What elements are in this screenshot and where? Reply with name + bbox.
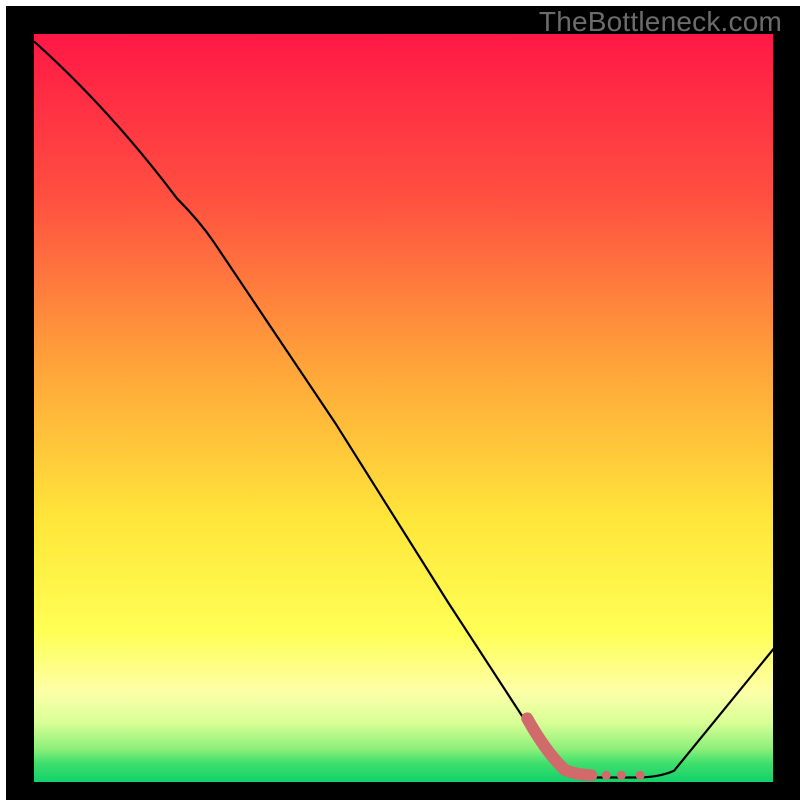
optimal-range-dot <box>636 771 645 780</box>
chart-frame: TheBottleneck.com <box>0 0 800 800</box>
bottleneck-chart <box>0 0 800 800</box>
optimal-range-dot <box>617 771 626 780</box>
watermark-text: TheBottleneck.com <box>539 6 782 38</box>
optimal-range-dot <box>602 771 611 780</box>
plot-background <box>34 34 787 782</box>
optimal-range-dots <box>602 771 645 780</box>
